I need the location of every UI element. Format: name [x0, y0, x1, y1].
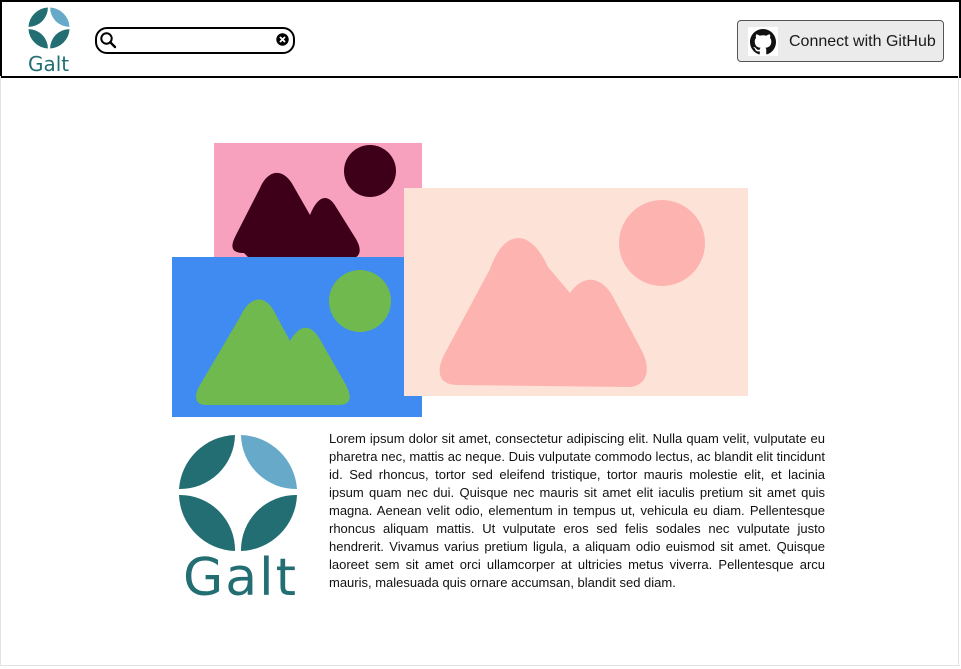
image-placeholder-pink-icon — [214, 143, 422, 263]
galt-logo[interactable]: Galt — [25, 6, 75, 76]
page-border-right — [958, 76, 959, 666]
connect-github-button[interactable]: Connect with GitHub — [737, 20, 944, 62]
galt-logo-mark-icon — [179, 435, 297, 551]
logo-text: Galt — [28, 52, 70, 76]
page-border-left — [0, 76, 1, 666]
body-paragraph: Lorem ipsum dolor sit amet, consectetur … — [329, 431, 825, 590]
github-icon — [750, 29, 776, 55]
top-navigation-bar: Galt Connect with GitHub — [0, 0, 961, 78]
search-box[interactable] — [95, 27, 295, 54]
search-input[interactable] — [119, 30, 267, 49]
page-border-bottom — [0, 665, 960, 666]
galt-logo-mark-icon — [28, 7, 70, 49]
image-placeholder-collage-icon — [172, 143, 748, 417]
hero-image-collage — [172, 143, 748, 417]
github-icon-container — [748, 27, 778, 56]
clear-search-icon[interactable] — [276, 33, 289, 46]
image-placeholder-blue-icon — [172, 257, 422, 417]
content-logo-text: Galt — [183, 548, 298, 608]
image-placeholder-peach-icon — [404, 188, 748, 396]
connect-github-label: Connect with GitHub — [789, 33, 936, 50]
search-icon — [100, 32, 117, 49]
galt-content-logo: Galt — [178, 434, 298, 609]
